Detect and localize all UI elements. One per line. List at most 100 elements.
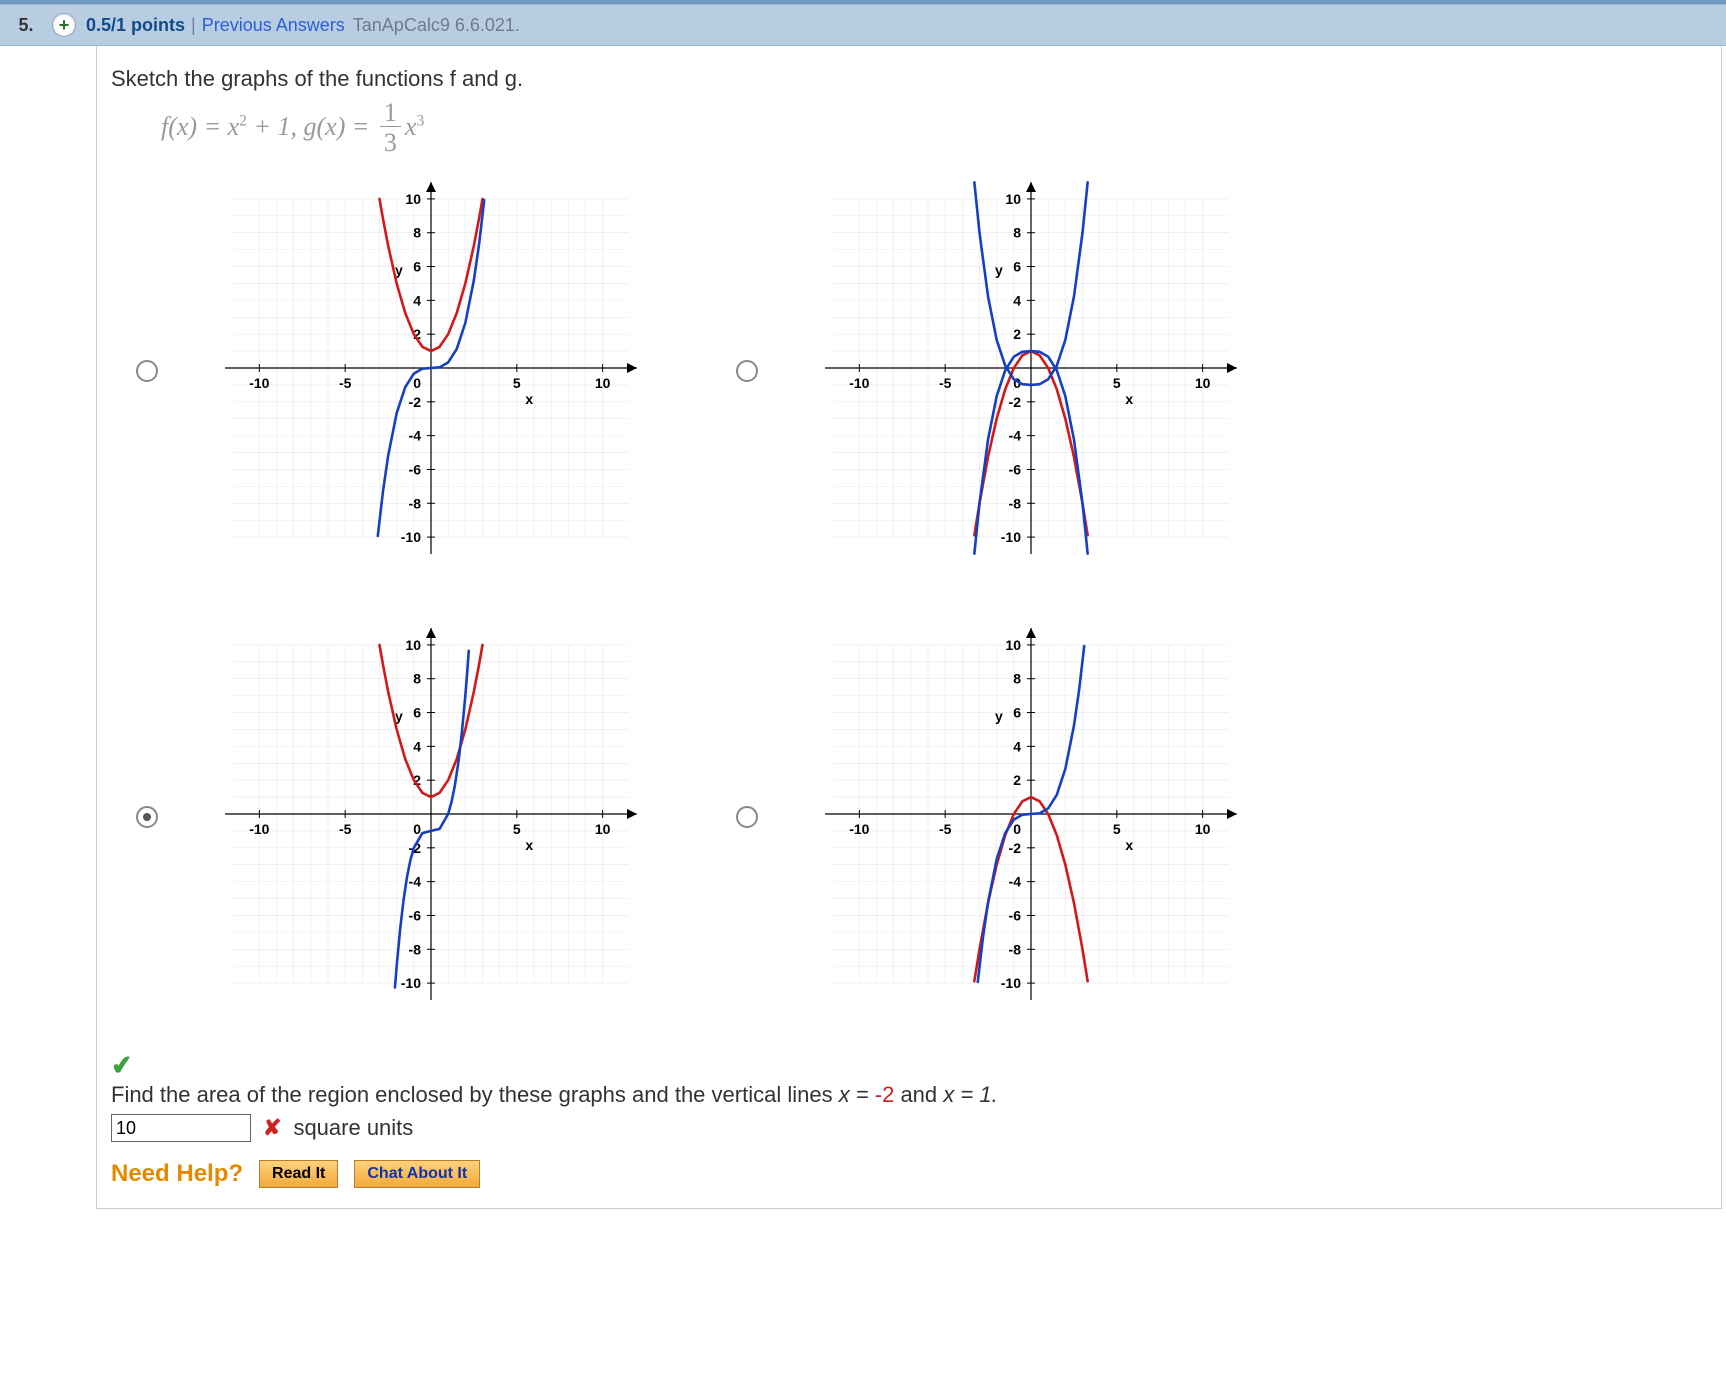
area-neg2: -2 [875, 1082, 895, 1107]
previous-answers-link[interactable]: Previous Answers [202, 15, 345, 36]
svg-text:4: 4 [1013, 738, 1021, 754]
svg-text:4: 4 [413, 738, 421, 754]
chat-about-it-button[interactable]: Chat About It [354, 1160, 480, 1188]
svg-text:10: 10 [405, 191, 421, 207]
svg-text:-6: -6 [1009, 907, 1022, 923]
svg-text:10: 10 [595, 375, 611, 391]
svg-text:10: 10 [1195, 821, 1211, 837]
svg-text:-2: -2 [409, 394, 422, 410]
problem-number: 5. [0, 15, 52, 36]
svg-text:-5: -5 [939, 375, 952, 391]
option-c-radio[interactable] [136, 806, 158, 828]
points-text: 0.5/1 points [86, 15, 185, 36]
svg-text:6: 6 [413, 705, 421, 721]
svg-text:-4: -4 [409, 874, 422, 890]
svg-text:-10: -10 [849, 375, 869, 391]
problem-body: Sketch the graphs of the functions f and… [96, 46, 1722, 1209]
svg-text:y: y [995, 262, 1003, 278]
svg-text:-8: -8 [409, 941, 422, 957]
option-d-radio[interactable] [736, 806, 758, 828]
svg-text:-2: -2 [1009, 840, 1022, 856]
svg-text:8: 8 [413, 671, 421, 687]
options-grid: -10 -5 5 10 -10 -8 -6 -4 -2 2 4 6 8 10 0 x y -10 -5 5 10 -10… [117, 168, 1707, 1020]
correct-check-icon: ✔ [109, 1049, 134, 1082]
svg-text:-10: -10 [249, 375, 269, 391]
svg-text:6: 6 [413, 259, 421, 275]
section-id: TanApCalc9 6.6.021. [353, 15, 520, 36]
prompt-1: Sketch the graphs of the functions f and… [111, 66, 523, 91]
svg-text:-2: -2 [1009, 394, 1022, 410]
chart-option-c: -10-5510-10-8-6-4-22468100xy [177, 614, 657, 1014]
svg-text:-6: -6 [409, 461, 422, 477]
formula-fraction: 13 [380, 100, 401, 158]
svg-text:10: 10 [1195, 375, 1211, 391]
area-x1: x = [839, 1082, 875, 1107]
svg-text:-10: -10 [1001, 975, 1021, 991]
formula-plus: + 1, g(x) = [247, 112, 376, 141]
chart-option-d: -10-5510-10-8-6-4-22468100xy [777, 614, 1257, 1014]
svg-text:y: y [995, 708, 1003, 724]
svg-text:10: 10 [1005, 191, 1021, 207]
svg-text:5: 5 [1113, 821, 1121, 837]
answer-row: ✘ square units [111, 1114, 1707, 1142]
area-prompt-a: Find the area of the region enclosed by … [111, 1082, 839, 1107]
svg-text:5: 5 [513, 821, 521, 837]
svg-text:2: 2 [1013, 326, 1021, 342]
svg-text:8: 8 [413, 225, 421, 241]
formula-cube: 3 [416, 112, 424, 129]
answer-input[interactable] [111, 1114, 251, 1142]
svg-text:4: 4 [1013, 292, 1021, 308]
formula-den: 3 [380, 127, 401, 158]
svg-text:-8: -8 [1009, 495, 1022, 511]
svg-text:-6: -6 [409, 907, 422, 923]
svg-text:-10: -10 [401, 975, 421, 991]
problem-header: 5. + 0.5/1 points | Previous Answers Tan… [0, 4, 1726, 46]
formula-tail: x [405, 112, 417, 141]
formula-lhs: f(x) = x [161, 112, 239, 141]
svg-text:10: 10 [595, 821, 611, 837]
formula-num: 1 [380, 100, 401, 127]
svg-text:10: 10 [1005, 637, 1021, 653]
area-and: and [894, 1082, 943, 1107]
option-a-radio[interactable] [136, 360, 158, 382]
svg-text:2: 2 [1013, 772, 1021, 788]
svg-text:10: 10 [405, 637, 421, 653]
svg-text:x: x [1125, 837, 1133, 853]
svg-text:6: 6 [1013, 259, 1021, 275]
svg-text:-10: -10 [1001, 529, 1021, 545]
svg-text:x: x [525, 837, 533, 853]
svg-text:-4: -4 [1009, 428, 1022, 444]
svg-text:-5: -5 [339, 375, 352, 391]
svg-text:6: 6 [1013, 705, 1021, 721]
area-x2: x = 1. [943, 1082, 997, 1107]
divider-pipe: | [191, 15, 196, 36]
svg-text:-4: -4 [409, 428, 422, 444]
svg-text:-10: -10 [249, 821, 269, 837]
svg-text:-8: -8 [409, 495, 422, 511]
wrong-x-icon: ✘ [263, 1115, 281, 1141]
prompt-text: Sketch the graphs of the functions f and… [111, 66, 1707, 92]
option-b-radio[interactable] [736, 360, 758, 382]
svg-text:0: 0 [413, 375, 421, 391]
svg-text:8: 8 [1013, 671, 1021, 687]
svg-text:5: 5 [1113, 375, 1121, 391]
function-formula: f(x) = x2 + 1, g(x) = 13x3 [161, 100, 1707, 150]
need-help-label[interactable]: Need Help? [111, 1160, 243, 1188]
chart-option-a: -10-5510-10-8-6-4-22468100xy [177, 168, 657, 568]
area-prompt: Find the area of the region enclosed by … [111, 1082, 1707, 1108]
answer-units: square units [293, 1115, 413, 1141]
svg-text:-4: -4 [1009, 874, 1022, 890]
svg-text:5: 5 [513, 375, 521, 391]
read-it-button[interactable]: Read It [259, 1160, 338, 1188]
svg-text:x: x [525, 391, 533, 407]
svg-text:0: 0 [1013, 821, 1021, 837]
svg-text:-5: -5 [339, 821, 352, 837]
svg-text:-10: -10 [849, 821, 869, 837]
svg-text:0: 0 [413, 821, 421, 837]
expand-icon[interactable]: + [52, 13, 76, 37]
svg-text:-8: -8 [1009, 941, 1022, 957]
svg-text:-6: -6 [1009, 461, 1022, 477]
svg-text:8: 8 [1013, 225, 1021, 241]
chart-option-b: -10-5510-10-8-6-4-22468100xy [777, 168, 1257, 568]
svg-text:4: 4 [413, 292, 421, 308]
